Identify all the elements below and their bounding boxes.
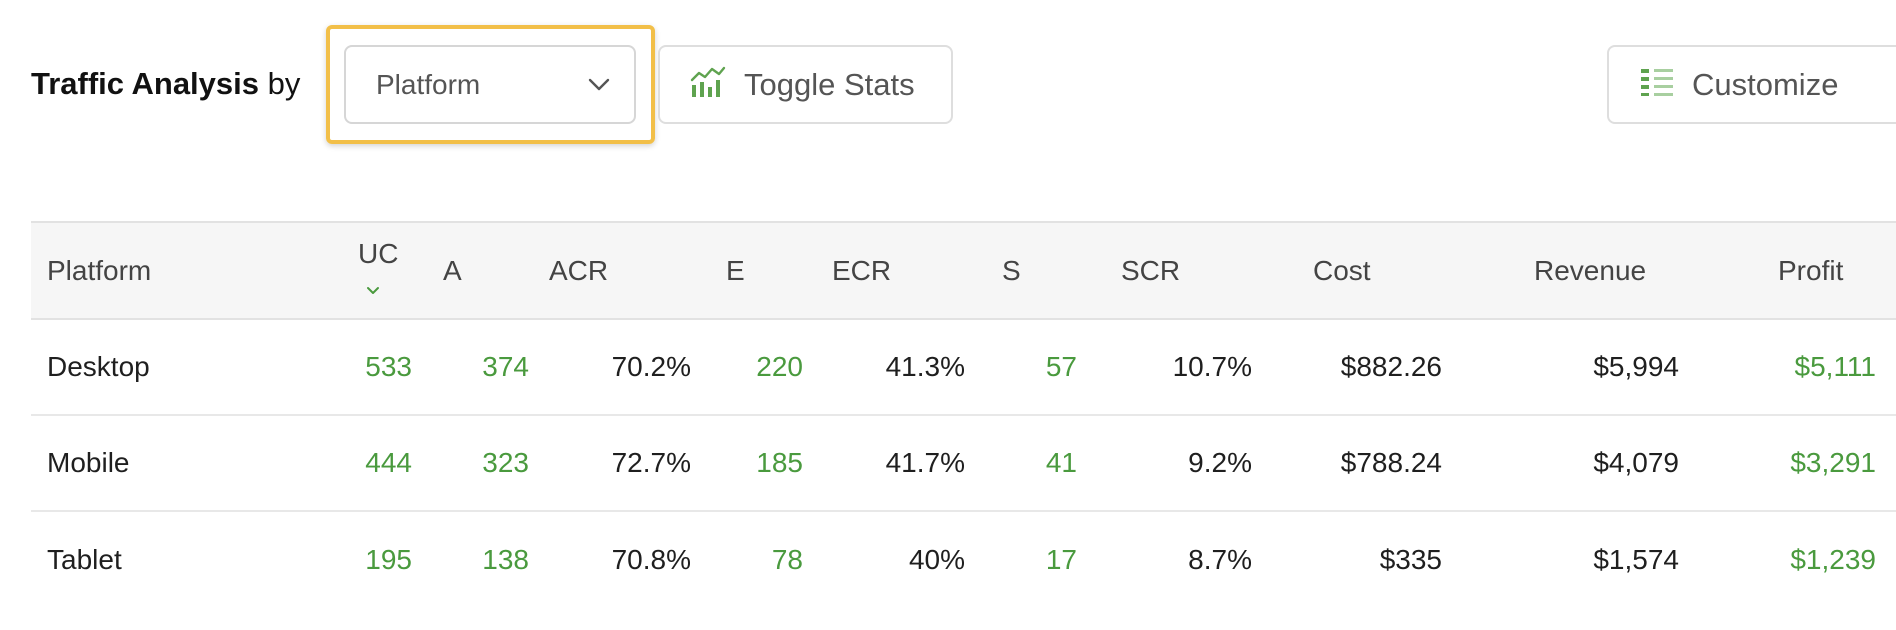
page-title-connector: by (267, 66, 301, 101)
cell-acr: 70.8% (611, 543, 691, 575)
cell-a: 138 (482, 543, 529, 575)
cell-acr: 72.7% (611, 447, 691, 478)
cell-revenue: $4,079 (1593, 447, 1679, 478)
toggle-stats-button[interactable]: Toggle Stats (658, 45, 953, 124)
cell-uc: 195 (365, 543, 412, 575)
cell-ecr: 40% (908, 543, 965, 575)
cell-s: 17 (1045, 543, 1077, 575)
column-header-cost[interactable]: Cost (1252, 222, 1442, 319)
cell-a: 374 (482, 351, 529, 382)
column-header-acr[interactable]: ACR (529, 222, 691, 319)
page-title-strong: Traffic Analysis (31, 66, 260, 101)
cell-e: 185 (756, 447, 803, 478)
chevron-down-icon (588, 78, 610, 92)
cell-ecr: 41.3% (885, 351, 965, 382)
column-header-s[interactable]: S (965, 222, 1077, 319)
cell-e: 78 (771, 543, 803, 575)
traffic-analysis-page: Traffic Analysis by Platform Toggle Stat… (0, 0, 1896, 630)
cell-e: 220 (756, 351, 803, 382)
cell-platform: Desktop (47, 351, 150, 382)
column-header-uc[interactable]: UC (240, 222, 412, 319)
customize-button[interactable]: Customize (1607, 45, 1896, 124)
columns-list-icon (1640, 67, 1692, 102)
traffic-table-container: Platform UC A ACR E ECR S SCR Cost Reven… (31, 221, 1896, 607)
cell-platform: Mobile (47, 447, 130, 478)
column-header-platform[interactable]: Platform (31, 222, 240, 319)
cell-platform: Tablet (47, 543, 122, 575)
table-row[interactable]: Mobile 444 323 72.7% 185 41.7% 41 9.2% $… (31, 415, 1896, 511)
column-header-e[interactable]: E (691, 222, 803, 319)
cell-s: 57 (1045, 351, 1077, 382)
page-title: Traffic Analysis by (31, 64, 300, 104)
cell-scr: 10.7% (1172, 351, 1252, 382)
table-row[interactable]: Tablet 195 138 70.8% 78 40% 17 8.7% $335… (31, 511, 1896, 607)
column-header-ecr[interactable]: ECR (803, 222, 965, 319)
cell-ecr: 41.7% (885, 447, 965, 478)
cell-cost: $335 (1379, 543, 1442, 575)
cell-cost: $788.24 (1340, 447, 1442, 478)
cell-revenue: $5,994 (1593, 351, 1679, 382)
cell-uc: 444 (365, 447, 412, 478)
cell-a: 323 (482, 447, 529, 478)
cell-uc: 533 (365, 351, 412, 382)
group-by-select-value: Platform (376, 68, 481, 100)
cell-cost: $882.26 (1340, 351, 1442, 382)
cell-profit: $5,111 (1794, 351, 1876, 382)
column-header-scr[interactable]: SCR (1077, 222, 1252, 319)
column-header-profit[interactable]: Profit (1679, 222, 1896, 319)
cell-scr: 8.7% (1188, 543, 1252, 575)
table-row[interactable]: Desktop 533 374 70.2% 220 41.3% 57 10.7%… (31, 319, 1896, 415)
group-by-select[interactable]: Platform (344, 45, 636, 124)
cell-profit: $1,239 (1790, 543, 1876, 575)
bar-chart-icon (690, 65, 744, 104)
sort-desc-icon (366, 271, 380, 303)
traffic-table: Platform UC A ACR E ECR S SCR Cost Reven… (31, 221, 1896, 607)
cell-revenue: $1,574 (1593, 543, 1679, 575)
cell-profit: $3,291 (1790, 447, 1876, 478)
cell-scr: 9.2% (1188, 447, 1252, 478)
cell-s: 41 (1045, 447, 1077, 478)
toggle-stats-label: Toggle Stats (744, 66, 915, 102)
customize-label: Customize (1692, 66, 1839, 102)
cell-acr: 70.2% (611, 351, 691, 382)
table-header-row: Platform UC A ACR E ECR S SCR Cost Reven… (31, 222, 1896, 319)
column-header-revenue[interactable]: Revenue (1442, 222, 1679, 319)
column-header-a[interactable]: A (412, 222, 529, 319)
